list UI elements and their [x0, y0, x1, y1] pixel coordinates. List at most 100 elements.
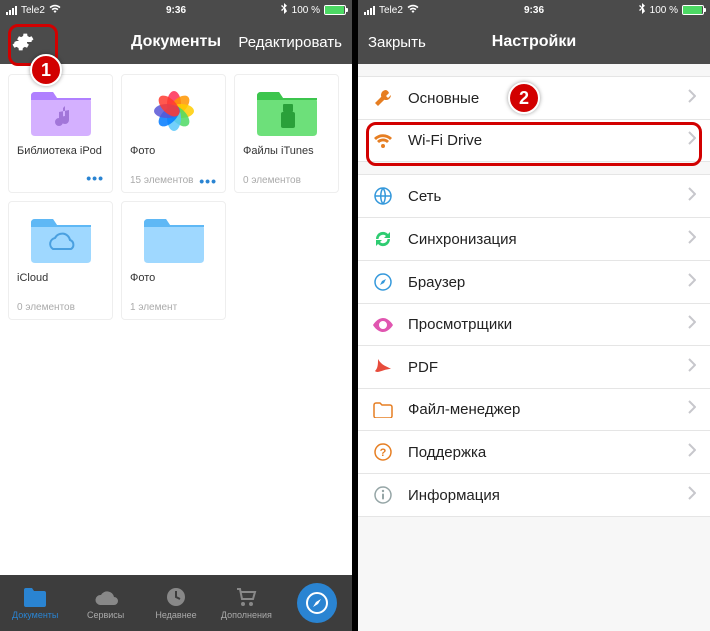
tile-name: Фото	[130, 145, 217, 171]
more-icon[interactable]: •••	[86, 175, 104, 181]
tile-name: Библиотека iPod	[17, 145, 104, 171]
tab-label: Недавнее	[155, 610, 196, 620]
tab-services[interactable]: Сервисы	[70, 575, 140, 631]
tile-name: iCloud	[17, 272, 104, 298]
chevron-right-icon	[688, 358, 696, 377]
bluetooth-icon	[281, 3, 288, 17]
row-label: Wi-Fi Drive	[408, 132, 688, 149]
battery-pct: 100 %	[650, 5, 678, 16]
row-label: Поддержка	[408, 444, 688, 461]
carrier-label: Tele2	[379, 5, 403, 16]
row-label: Синхронизация	[408, 231, 688, 248]
folder-usb-icon	[255, 86, 319, 136]
wifi-icon	[49, 4, 61, 16]
folder-tile-icloud[interactable]: iCloud 0 элементов	[8, 201, 113, 320]
compass-icon	[372, 272, 394, 292]
row-browser[interactable]: Браузер	[358, 261, 710, 304]
row-support[interactable]: ? Поддержка	[358, 431, 710, 474]
folder-cloud-icon	[29, 213, 93, 263]
tile-meta: 15 элементов	[130, 175, 193, 186]
pdf-icon	[372, 357, 394, 377]
chevron-right-icon	[688, 443, 696, 462]
documents-grid: Библиотека iPod •••	[0, 64, 352, 575]
status-bar: Tele2 9:36 100 %	[0, 0, 352, 20]
cart-icon	[235, 586, 257, 608]
folder-tile-ipod[interactable]: Библиотека iPod •••	[8, 74, 113, 193]
tab-bar: Документы Сервисы Недавнее Дополнения	[0, 575, 352, 631]
settings-button[interactable]	[10, 29, 36, 55]
wrench-icon	[372, 88, 394, 108]
folder-tile-photo[interactable]: Фото 1 элемент	[121, 201, 226, 320]
compass-icon	[297, 583, 337, 623]
clock: 9:36	[166, 5, 186, 16]
row-label: Браузер	[408, 274, 688, 291]
row-sync[interactable]: Синхронизация	[358, 218, 710, 261]
chevron-right-icon	[688, 89, 696, 108]
signal-icon	[364, 6, 375, 15]
row-general[interactable]: Основные	[358, 77, 710, 120]
chevron-right-icon	[688, 187, 696, 206]
folder-music-icon	[29, 86, 93, 136]
page-title: Документы	[131, 33, 221, 51]
chevron-right-icon	[688, 486, 696, 505]
help-icon: ?	[372, 442, 394, 462]
svg-text:?: ?	[380, 447, 387, 459]
row-label: Файл-менеджер	[408, 401, 688, 418]
wifi-icon	[407, 4, 419, 16]
more-icon[interactable]: •••	[199, 178, 217, 184]
tab-documents[interactable]: Документы	[0, 575, 70, 631]
bluetooth-icon	[639, 3, 646, 17]
row-wifi-drive[interactable]: Wi-Fi Drive	[358, 120, 710, 161]
clock: 9:36	[524, 5, 544, 16]
row-label: Информация	[408, 487, 688, 504]
row-label: Основные	[408, 90, 688, 107]
chevron-right-icon	[688, 315, 696, 334]
row-pdf[interactable]: PDF	[358, 346, 710, 389]
tile-meta: 0 элементов	[243, 175, 301, 186]
carrier-label: Tele2	[21, 5, 45, 16]
page-title: Настройки	[492, 33, 576, 51]
battery-icon	[682, 5, 704, 15]
folder-icon	[372, 402, 394, 418]
clock-icon	[165, 586, 187, 608]
sync-icon	[372, 229, 394, 249]
chevron-right-icon	[688, 230, 696, 249]
tab-label: Документы	[12, 610, 58, 620]
tile-meta: 0 элементов	[17, 302, 75, 313]
nav-bar: Закрыть Настройки	[358, 20, 710, 64]
eye-icon	[372, 318, 394, 332]
row-viewers[interactable]: Просмотрщики	[358, 304, 710, 346]
documents-screen: Tele2 9:36 100 % Документы Редактировать	[0, 0, 352, 631]
close-button[interactable]: Закрыть	[368, 34, 426, 51]
tile-name: Файлы iTunes	[243, 145, 330, 171]
chevron-right-icon	[688, 400, 696, 419]
tab-addons[interactable]: Дополнения	[211, 575, 281, 631]
gear-icon	[12, 31, 34, 53]
folder-icon	[142, 213, 206, 263]
tile-meta: 1 элемент	[130, 302, 177, 313]
row-label: Просмотрщики	[408, 316, 688, 333]
folder-tile-itunes[interactable]: Файлы iTunes 0 элементов	[234, 74, 339, 193]
nav-bar: Документы Редактировать	[0, 20, 352, 64]
info-icon	[372, 485, 394, 505]
tab-recent[interactable]: Недавнее	[141, 575, 211, 631]
signal-icon	[6, 6, 17, 15]
battery-icon	[324, 5, 346, 15]
row-network[interactable]: Сеть	[358, 175, 710, 218]
tab-label: Сервисы	[87, 610, 124, 620]
row-label: Сеть	[408, 188, 688, 205]
edit-button[interactable]: Редактировать	[238, 34, 342, 51]
cloud-icon	[93, 586, 119, 608]
row-file-manager[interactable]: Файл-менеджер	[358, 389, 710, 431]
battery-pct: 100 %	[292, 5, 320, 16]
folder-tile-photos[interactable]: Фото 15 элементов •••	[121, 74, 226, 193]
tile-name: Фото	[130, 272, 217, 298]
row-info[interactable]: Информация	[358, 474, 710, 516]
tab-label: Дополнения	[221, 610, 272, 620]
settings-screen: Tele2 9:36 100 % Закрыть Настройки Основ…	[358, 0, 710, 631]
folder-icon	[23, 586, 47, 608]
chevron-right-icon	[688, 273, 696, 292]
wifi-icon	[372, 133, 394, 149]
tab-browser[interactable]	[282, 575, 352, 631]
row-label: PDF	[408, 359, 688, 376]
